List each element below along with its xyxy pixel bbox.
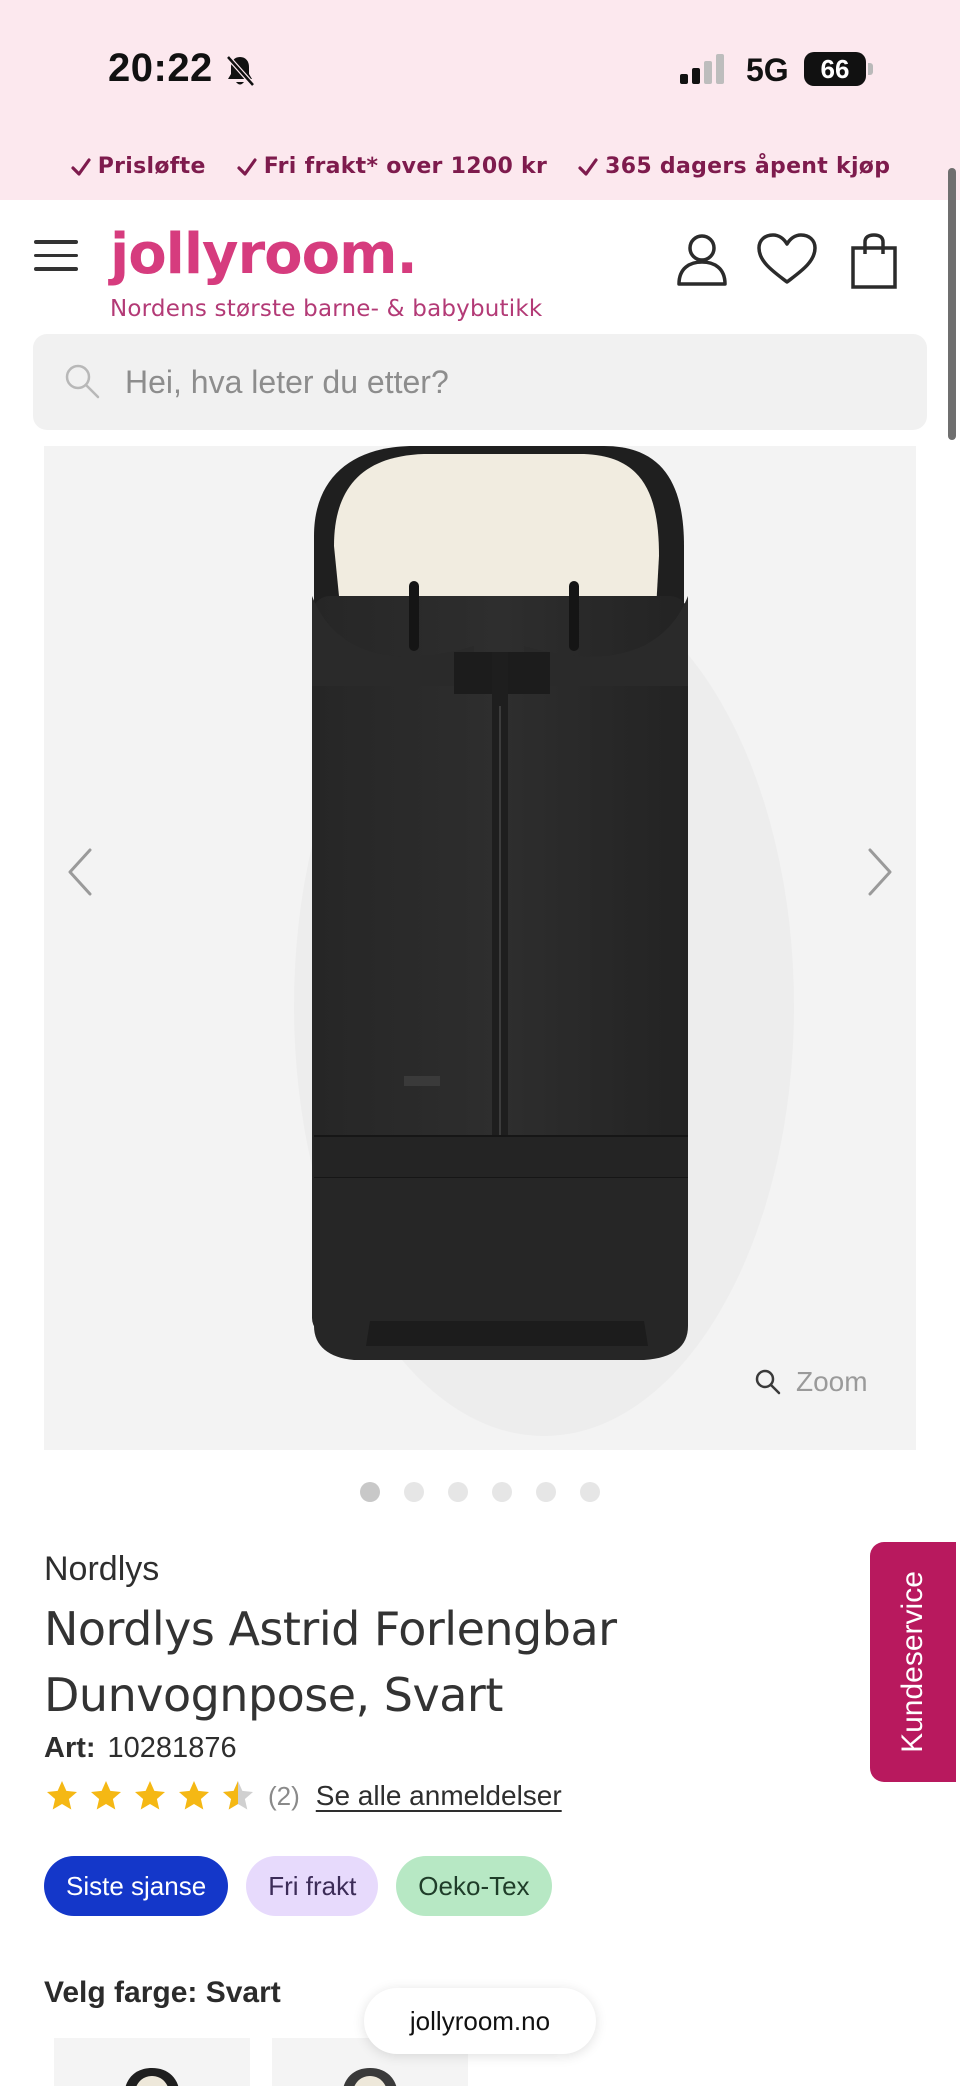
zoom-button[interactable]: Zoom [754,1366,868,1398]
search-icon [65,364,100,399]
battery-tip [868,63,873,75]
see-all-reviews-link[interactable]: Se alle anmeldelser [316,1780,562,1812]
product-image [294,446,794,1436]
badge-oeko-tex: Oeko-Tex [396,1856,552,1916]
color-swatch[interactable] [54,2038,250,2086]
previous-image-arrow[interactable] [58,842,102,902]
promo-label: Fri frakt* over 1200 kr [263,154,548,179]
scrollbar[interactable] [948,168,956,440]
article-number-value: 10281876 [107,1732,237,1764]
star-full-icon [179,1781,209,1810]
menu-icon[interactable] [34,240,78,272]
gallery-dot[interactable] [448,1482,468,1502]
customer-service-label: Kundeservice [896,1571,929,1753]
badge-last-chance: Siste sjanse [44,1856,229,1916]
bell-muted-icon [226,55,255,87]
heart-icon[interactable] [756,232,818,286]
gallery-dot[interactable] [404,1482,424,1502]
checkmark-icon [237,157,257,176]
star-full-icon [135,1781,165,1810]
status-time: 20:22 [108,46,213,90]
product-brand[interactable]: Nordlys [44,1550,159,1589]
promo-bar: Prisløfte Fri frakt* over 1200 kr 365 da… [0,154,960,179]
rating-stars [44,1778,256,1814]
checkmark-icon [578,157,598,176]
gallery-dot[interactable] [360,1482,380,1502]
browser-url-bar[interactable]: jollyroom.no [364,1988,596,2054]
star-full-icon [47,1781,77,1810]
search-input[interactable] [125,334,905,430]
rating-count: (2) [268,1780,300,1811]
promo-item-open-purchase: 365 dagers åpent kjøp [577,154,890,179]
badge-free-shipping: Fri frakt [246,1856,379,1916]
product-badges: Siste sjanse Fri frakt Oeko-Tex [44,1856,552,1916]
swatch-thumbnail [125,2068,179,2086]
network-type: 5G [746,52,789,88]
star-full-icon [91,1781,121,1810]
search-bar[interactable] [33,334,927,430]
user-icon[interactable] [676,232,728,286]
next-image-arrow[interactable] [858,842,902,902]
gallery-dot[interactable] [580,1482,600,1502]
product-title: Nordlys Astrid Forlengbar Dunvognpose, S… [44,1602,617,1722]
product-rating: (2) Se alle anmeldelser [44,1778,562,1814]
signal-icon [680,54,724,84]
checkmark-icon [71,157,91,176]
promo-item-price-promise: Prisløfte [70,154,206,179]
site-tagline: Nordens største barne- & babybutikk [110,296,543,322]
zoom-magnifier-icon [755,1369,781,1395]
promo-label: Prisløfte [97,154,206,179]
gallery-dot[interactable] [492,1482,512,1502]
gallery-dot[interactable] [536,1482,556,1502]
article-number-label: Art: [44,1732,96,1764]
customer-service-tab[interactable]: Kundeservice [870,1542,956,1782]
shopping-bag-icon[interactable] [850,232,898,290]
promo-label: 365 dagers åpent kjøp [605,154,891,179]
battery-indicator: 66 [804,52,866,86]
zoom-label: Zoom [796,1366,868,1397]
gallery-pagination [0,1482,960,1502]
article-number: Art: 10281876 [44,1732,237,1765]
color-selector-label: Velg farge: Svart [44,1976,281,2009]
promo-item-free-shipping: Fri frakt* over 1200 kr [236,154,547,179]
star-half-icon [223,1781,253,1810]
product-image-gallery[interactable]: Zoom [44,446,916,1450]
site-logo[interactable]: jollyroom. [110,222,418,287]
